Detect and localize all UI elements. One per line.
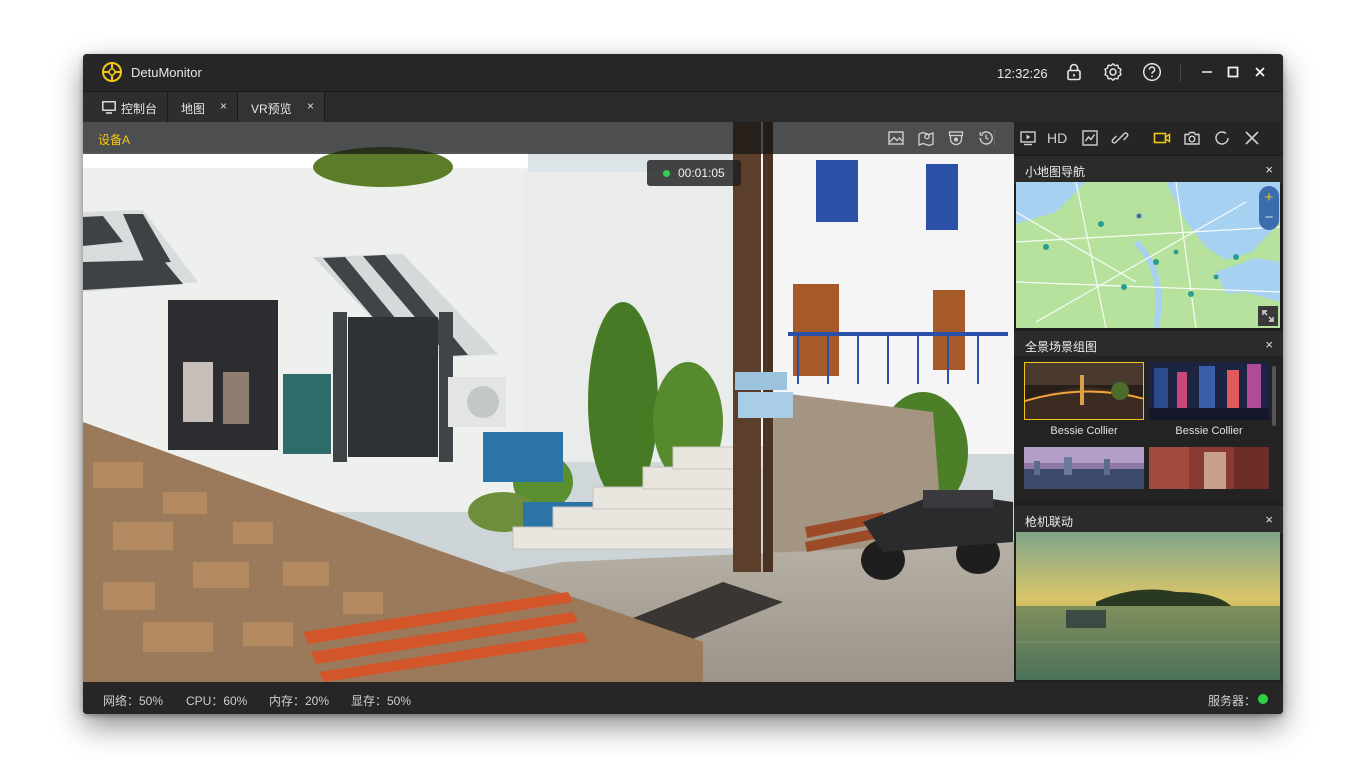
scenes-header: 全景场景组图 × bbox=[1014, 331, 1283, 359]
title-separator bbox=[1180, 64, 1181, 82]
bullet-header: 枪机联动 × bbox=[1014, 506, 1283, 534]
app-window: DetuMonitor 12:32:26 控制台 地图 × VR预览 × 设备A… bbox=[83, 54, 1283, 714]
link-icon[interactable] bbox=[1111, 129, 1129, 147]
window-close-icon[interactable] bbox=[1250, 62, 1270, 82]
minimize-icon[interactable] bbox=[1197, 62, 1217, 82]
maximize-icon[interactable] bbox=[1223, 62, 1243, 82]
network-status: 网络：50% bbox=[103, 694, 164, 708]
vram-status: 显存：50% bbox=[351, 694, 412, 708]
scenes-title: 全景场景组图 bbox=[1025, 340, 1098, 354]
scenes-scrollbar[interactable] bbox=[1272, 366, 1276, 426]
minimap-close-icon[interactable]: × bbox=[1265, 162, 1273, 177]
scene-thumbnails: Bessie Collier Bessie Collier bbox=[1014, 356, 1283, 502]
scene-thumb-3[interactable] bbox=[1024, 447, 1144, 489]
cpu-status: CPU：60% bbox=[186, 694, 248, 708]
app-logo-icon bbox=[102, 62, 122, 82]
app-title: DetuMonitor bbox=[131, 65, 202, 80]
monitor-icon bbox=[102, 101, 116, 114]
close-icon[interactable] bbox=[1243, 129, 1261, 147]
scene-thumb-2-caption: Bessie Collier bbox=[1175, 425, 1243, 437]
zoom-out-button[interactable]: − bbox=[1259, 208, 1279, 228]
tab-console[interactable]: 控制台 bbox=[83, 92, 168, 123]
map-zoom-control: + − bbox=[1259, 186, 1279, 230]
title-bar: DetuMonitor 12:32:26 bbox=[83, 54, 1283, 91]
server-status-dot-icon bbox=[1258, 694, 1268, 704]
side-panels: 小地图导航 × + − 全景场景组图 × Bessie Collier Bess… bbox=[1014, 154, 1283, 682]
scene-thumb-4-image bbox=[1149, 447, 1269, 489]
settings-icon[interactable] bbox=[1103, 62, 1123, 82]
tab-bar: 控制台 地图 × VR预览 × bbox=[83, 91, 1283, 123]
tab-map[interactable]: 地图 × bbox=[168, 92, 238, 123]
bullet-close-icon[interactable]: × bbox=[1265, 512, 1273, 527]
record-video-icon[interactable] bbox=[1153, 129, 1171, 147]
device-label: 设备A bbox=[98, 133, 131, 147]
scene-thumb-1-image bbox=[1025, 363, 1143, 419]
play-screen-icon[interactable] bbox=[1019, 129, 1037, 147]
viewer-toolbar: 设备A HD bbox=[83, 122, 1283, 154]
zoom-in-button[interactable]: + bbox=[1259, 188, 1279, 208]
image-icon[interactable] bbox=[887, 129, 905, 147]
tab-vr-preview-close-icon[interactable]: × bbox=[307, 99, 314, 113]
history-icon[interactable] bbox=[977, 129, 995, 147]
panorama-scene[interactable] bbox=[83, 122, 1014, 682]
scenes-close-icon[interactable]: × bbox=[1265, 337, 1273, 352]
tab-vr-preview[interactable]: VR预览 × bbox=[238, 92, 325, 123]
bullet-title: 枪机联动 bbox=[1025, 515, 1074, 529]
tab-map-label: 地图 bbox=[181, 102, 206, 116]
recording-dot-icon bbox=[663, 170, 670, 177]
minimap[interactable] bbox=[1016, 182, 1280, 328]
status-bar: 网络：50% CPU：60% 内存：20% 显存：50% 服务器： bbox=[83, 682, 1283, 714]
recording-time: 00:01:05 bbox=[678, 166, 725, 180]
memory-status: 内存：20% bbox=[269, 694, 330, 708]
clock-display: 12:32:26 bbox=[997, 66, 1048, 81]
scene-thumb-1-caption: Bessie Collier bbox=[1050, 425, 1118, 437]
scene-thumb-3-image bbox=[1024, 447, 1144, 489]
refresh-icon[interactable] bbox=[1213, 129, 1231, 147]
chart-icon[interactable] bbox=[1081, 129, 1099, 147]
scene-thumb-2[interactable] bbox=[1149, 362, 1269, 420]
expand-map-icon[interactable] bbox=[1258, 306, 1278, 326]
scene-thumb-1[interactable] bbox=[1024, 362, 1144, 420]
scene-thumb-4[interactable] bbox=[1149, 447, 1269, 489]
snapshot-icon[interactable] bbox=[1183, 129, 1201, 147]
map-marker-icon[interactable] bbox=[917, 129, 935, 147]
tab-map-close-icon[interactable]: × bbox=[220, 99, 227, 113]
minimap-title: 小地图导航 bbox=[1025, 165, 1086, 179]
server-status-label: 服务器： bbox=[1208, 694, 1257, 708]
recording-timer: 00:01:05 bbox=[647, 160, 741, 186]
camera-dome-icon[interactable] bbox=[947, 129, 965, 147]
tab-console-label: 控制台 bbox=[121, 102, 158, 116]
vr-viewer[interactable]: 设备A HD 00:01:05 小地图导航 × + − 全景场景组图 × Bes… bbox=[83, 122, 1283, 682]
hd-toggle[interactable]: HD bbox=[1047, 130, 1067, 146]
lock-icon[interactable] bbox=[1064, 62, 1084, 82]
minimap-header: 小地图导航 × bbox=[1014, 156, 1283, 184]
bullet-camera-view[interactable] bbox=[1016, 532, 1280, 680]
tab-vr-preview-label: VR预览 bbox=[251, 102, 292, 116]
help-icon[interactable] bbox=[1142, 62, 1162, 82]
toolbar-separator bbox=[994, 130, 995, 146]
scene-thumb-2-image bbox=[1149, 362, 1269, 420]
